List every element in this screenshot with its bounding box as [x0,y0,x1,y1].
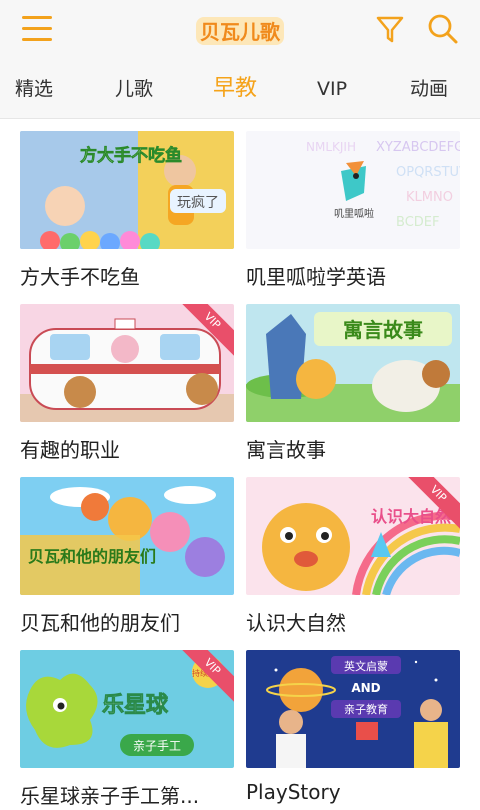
vip-label: VIP [408,477,460,529]
thumb-title-text: 乐星球 [102,693,169,718]
vip-label: VIP [182,304,234,356]
program-title[interactable]: 寓言故事 [246,434,466,463]
program-title[interactable]: 方大手不吃鱼 [20,261,240,290]
svg-text:OPQRSTUV: OPQRSTUV [396,165,460,180]
category-tabs: 精选 儿歌 早教 VIP 动画 [0,60,480,119]
program-card[interactable]: 贝瓦和他的朋友们 贝瓦和他的朋友们 [20,477,234,637]
vip-label: VIP [182,650,234,702]
program-thumbnail[interactable]: 寓言故事 [246,304,460,422]
vip-badge: VIP [182,650,234,702]
filter-icon[interactable] [374,13,406,45]
thumb-title-text: 方大手不吃鱼 [80,145,182,166]
program-card[interactable]: 英文启蒙 AND 亲子教育 PlayStory [246,650,460,810]
thumb-title-text: 叽里呱啦 [334,207,374,220]
vip-badge: VIP [408,477,460,529]
program-card[interactable]: 认识大自然 VIP 认识大自然 [246,477,460,637]
logo-text: 贝瓦儿歌 [200,20,281,44]
program-card[interactable]: XYZABCDEFGH OPQRSTUV KLMNO BCDEF NMLKJIH… [246,131,460,291]
svg-text:NMLKJIH: NMLKJIH [306,140,356,154]
program-card[interactable]: 乐星球 亲子手工 持续更新 VIP 乐星球亲子手工第... [20,650,234,810]
program-title[interactable]: 乐星球亲子手工第... [20,780,240,809]
program-title[interactable]: 认识大自然 [246,607,466,636]
app-logo: 贝瓦儿歌 [196,13,286,47]
program-thumbnail[interactable]: 英文启蒙 AND 亲子教育 [246,650,460,768]
program-thumbnail[interactable]: 方大手不吃鱼 玩疯了 [20,131,234,249]
thumb-mid-text: AND [351,681,380,695]
thumb-sub-text: 玩疯了 [177,195,219,211]
program-thumbnail[interactable]: 贝瓦和他的朋友们 [20,477,234,595]
top-bar: 贝瓦儿歌 [0,0,480,60]
thumb-title-text: 寓言故事 [343,318,423,342]
svg-text:XYZABCDEFGH: XYZABCDEFGH [376,140,460,155]
program-thumbnail[interactable]: 乐星球 亲子手工 持续更新 VIP [20,650,234,768]
vip-badge: VIP [182,304,234,356]
thumb-bottom-text: 亲子教育 [344,702,388,716]
tab-featured[interactable]: 精选 [0,60,82,118]
svg-text:BCDEF: BCDEF [396,215,439,230]
program-thumbnail[interactable]: XYZABCDEFGH OPQRSTUV KLMNO BCDEF NMLKJIH… [246,131,460,249]
program-thumbnail[interactable]: 认识大自然 VIP [246,477,460,595]
search-icon[interactable] [426,12,460,46]
program-thumbnail[interactable]: VIP [20,304,234,422]
program-card[interactable]: 方大手不吃鱼 玩疯了 方大手不吃鱼 [20,131,234,291]
thumb-sub-text: 亲子手工 [133,739,181,753]
tab-kids-songs[interactable]: 儿歌 [86,60,182,118]
menu-icon[interactable] [22,14,52,42]
svg-text:KLMNO: KLMNO [406,190,453,205]
tab-animation[interactable]: 动画 [381,60,477,118]
tab-early-education[interactable]: 早教 [187,60,283,118]
program-card[interactable]: VIP 有趣的职业 [20,304,234,464]
program-title[interactable]: 有趣的职业 [20,434,240,463]
program-title[interactable]: PlayStory [246,780,466,804]
program-title[interactable]: 叽里呱啦学英语 [246,261,466,290]
tab-vip[interactable]: VIP [284,60,380,118]
thumb-top-text: 英文启蒙 [344,659,388,673]
program-card[interactable]: 寓言故事 寓言故事 [246,304,460,464]
program-title[interactable]: 贝瓦和他的朋友们 [20,607,240,636]
thumb-title-text: 贝瓦和他的朋友们 [28,547,156,566]
